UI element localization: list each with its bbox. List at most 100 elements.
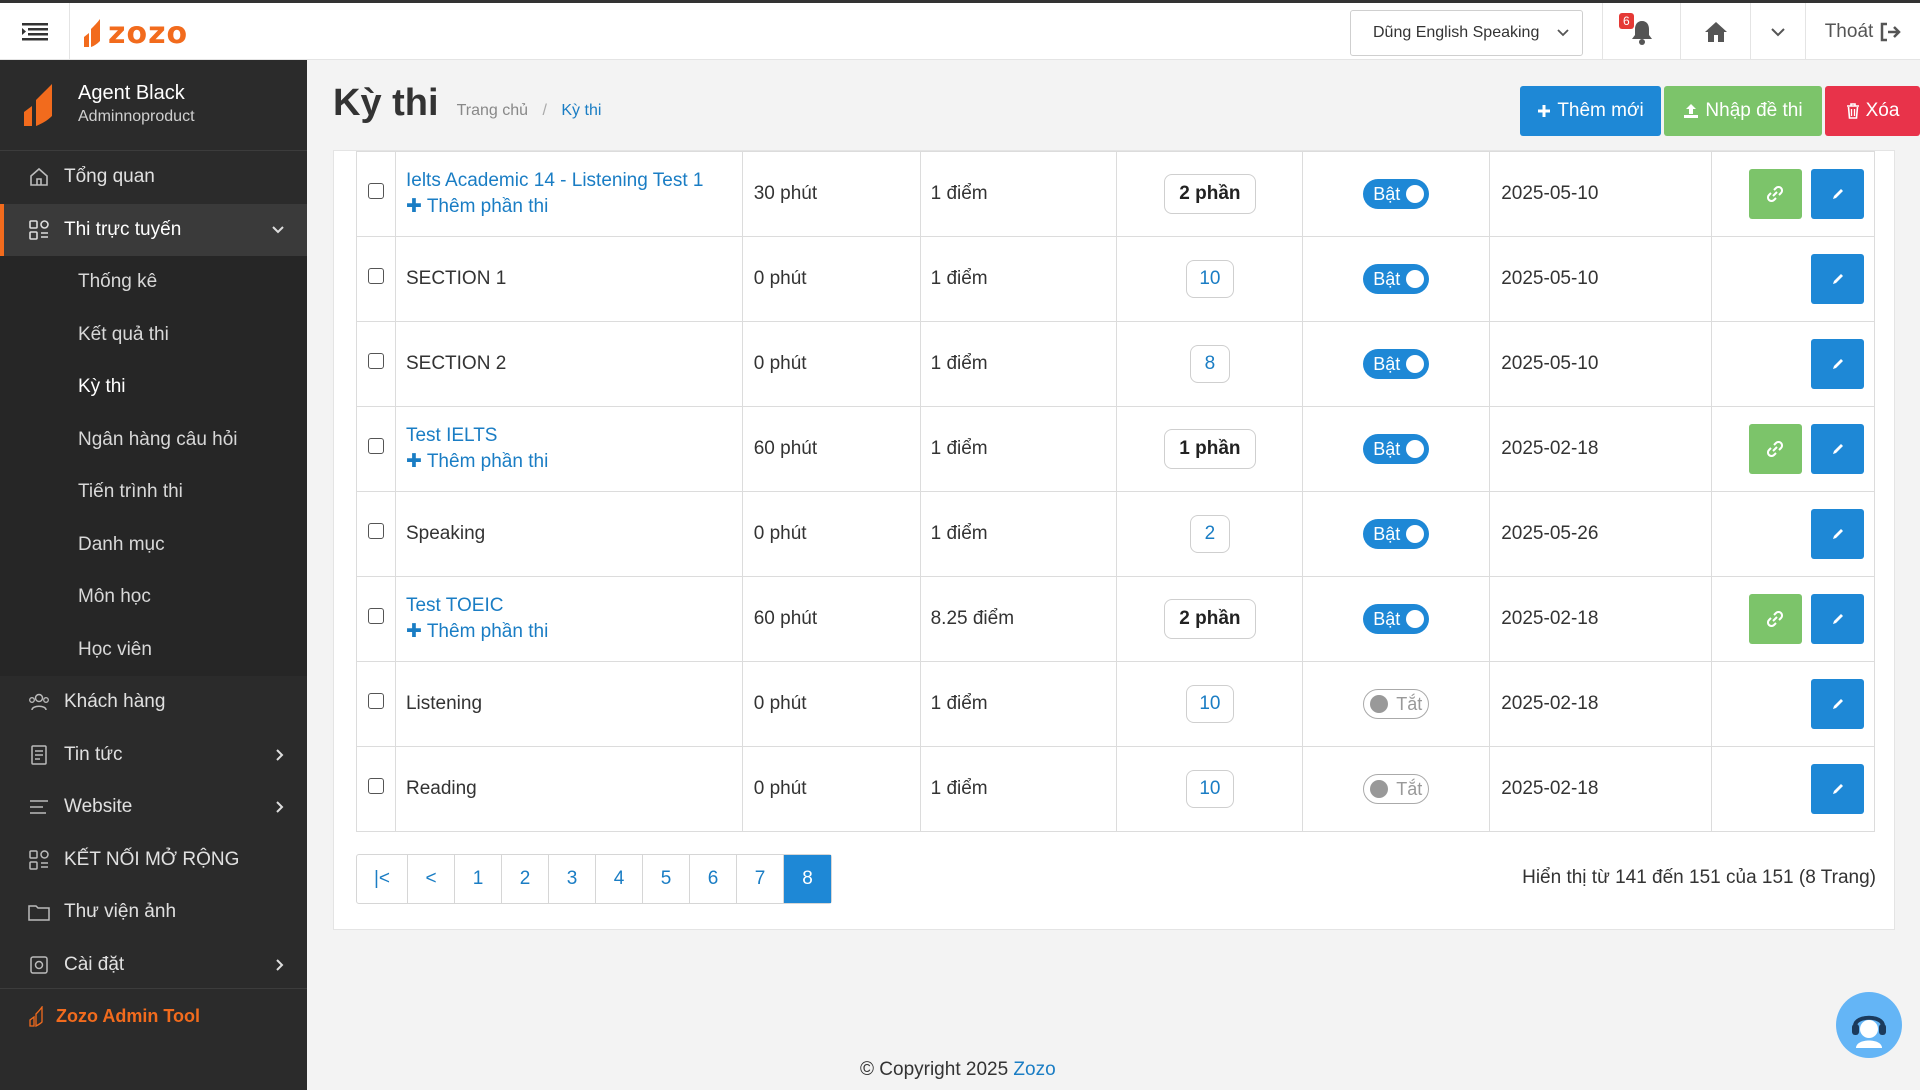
question-count-pill[interactable]: 2: [1189, 515, 1230, 553]
user-profile[interactable]: Agent Black Adminnoproduct: [0, 60, 307, 151]
chevron-down-icon: [1557, 29, 1569, 37]
sidebar-footer-label: Zozo Admin Tool: [56, 1006, 200, 1026]
page-link[interactable]: 6: [690, 855, 737, 903]
question-count-pill[interactable]: 10: [1185, 260, 1234, 298]
page-link-current[interactable]: 8: [784, 855, 831, 903]
sidebar-subitem-exams[interactable]: Kỳ thi: [0, 361, 307, 414]
edit-button[interactable]: [1811, 679, 1864, 729]
row-checkbox[interactable]: [367, 523, 384, 539]
sidebar-item-extensions[interactable]: KẾT NỐI MỞ RỘNG: [0, 834, 307, 887]
question-count-pill[interactable]: 8: [1189, 345, 1230, 383]
page-first[interactable]: |<: [357, 855, 408, 903]
status-label: Bật: [1373, 353, 1401, 374]
status-toggle[interactable]: Bật: [1363, 264, 1430, 294]
sidebar-footer[interactable]: Zozo Admin Tool: [0, 988, 307, 1044]
link-button[interactable]: [1748, 169, 1802, 219]
edit-button[interactable]: [1811, 339, 1864, 389]
footer-brand-link[interactable]: Zozo: [1013, 1059, 1055, 1080]
page-link[interactable]: 3: [549, 855, 596, 903]
sidebar-item-gallery[interactable]: Thư viện ảnh: [0, 886, 307, 939]
sidebar-item-online-exam[interactable]: Thi trực tuyến: [0, 203, 307, 256]
user-menu-toggle[interactable]: [1750, 3, 1805, 60]
page-link[interactable]: 7: [737, 855, 784, 903]
support-chat-button[interactable]: [1836, 992, 1902, 1058]
add-part-label: Thêm phần thi: [426, 196, 549, 217]
exam-date: 2025-05-10: [1489, 321, 1713, 407]
row-checkbox[interactable]: [367, 438, 384, 454]
edit-button[interactable]: [1811, 594, 1864, 644]
add-part-link[interactable]: ✚ Thêm phần thi: [406, 449, 742, 475]
row-checkbox[interactable]: [367, 268, 384, 284]
edit-button[interactable]: [1811, 764, 1864, 814]
sidebar-item-website[interactable]: Website: [0, 781, 307, 834]
notifications-button[interactable]: 6: [1602, 3, 1680, 60]
exam-name-link[interactable]: Test TOEIC: [406, 593, 742, 619]
edit-button[interactable]: [1811, 169, 1864, 219]
breadcrumb-home[interactable]: Trang chủ: [457, 102, 528, 119]
sidebar-subitem-progress[interactable]: Tiến trình thi: [0, 466, 307, 519]
row-checkbox[interactable]: [367, 353, 384, 369]
sidebar-subitem-statistics[interactable]: Thống kê: [0, 256, 307, 309]
sidebar-item-settings[interactable]: Cài đặt: [0, 939, 307, 992]
add-part-label: Thêm phần thi: [426, 451, 549, 472]
sidebar-subitem-categories[interactable]: Danh mục: [0, 518, 307, 571]
status-toggle[interactable]: Bật: [1363, 179, 1430, 209]
link-button[interactable]: [1748, 594, 1802, 644]
edit-button[interactable]: [1811, 509, 1864, 559]
row-checkbox[interactable]: [367, 778, 384, 794]
toggle-knob: [1406, 610, 1425, 628]
pagination: |< < 1 2 3 4 5 6 7 8: [356, 854, 832, 904]
add-new-button[interactable]: Thêm mới: [1520, 86, 1661, 136]
exam-duration: 0 phút: [741, 321, 921, 407]
link-button[interactable]: [1748, 424, 1802, 474]
chevron-right-icon: [276, 801, 284, 813]
row-checkbox[interactable]: [367, 183, 384, 199]
breadcrumb-current[interactable]: Kỳ thi: [561, 102, 601, 119]
sidebar-subitem-results[interactable]: Kết quả thi: [0, 308, 307, 361]
page-link[interactable]: 4: [596, 855, 643, 903]
delete-button[interactable]: Xóa: [1825, 86, 1920, 136]
page-link[interactable]: 1: [455, 855, 502, 903]
pencil-icon: [1832, 444, 1843, 454]
status-toggle[interactable]: Bật: [1363, 349, 1430, 379]
sidebar-item-customers[interactable]: Khách hàng: [0, 676, 307, 729]
status-toggle[interactable]: Bật: [1363, 519, 1430, 549]
page-link[interactable]: 5: [643, 855, 690, 903]
sidebar-item-news[interactable]: Tin tức: [0, 729, 307, 782]
edit-button[interactable]: [1811, 254, 1864, 304]
logout-button[interactable]: Thoát: [1805, 3, 1920, 60]
question-count-pill[interactable]: 10: [1185, 770, 1234, 808]
status-toggle[interactable]: Tắt: [1363, 689, 1430, 719]
exam-duration: 0 phút: [741, 236, 921, 322]
exam-name-link[interactable]: Ielts Academic 14 - Listening Test 1: [406, 168, 742, 194]
pencil-icon: [1832, 359, 1843, 369]
row-checkbox[interactable]: [367, 693, 384, 709]
menu-toggle-button[interactable]: [0, 3, 70, 60]
parts-pill[interactable]: 1 phần: [1164, 429, 1256, 469]
brand-logo[interactable]: zozo: [80, 13, 188, 53]
status-toggle[interactable]: Tắt: [1363, 774, 1430, 804]
table-row: Test IELTS ✚ Thêm phần thi 60 phút 1 điể…: [356, 406, 1875, 492]
site-select[interactable]: Dũng English Speaking: [1350, 10, 1583, 56]
add-part-link[interactable]: ✚ Thêm phần thi: [406, 619, 742, 645]
status-label: Bật: [1373, 608, 1401, 629]
sidebar-subitem-question-bank[interactable]: Ngân hàng câu hỏi: [0, 413, 307, 466]
sidebar-subitem-subjects[interactable]: Môn học: [0, 571, 307, 624]
parts-pill[interactable]: 2 phần: [1164, 174, 1256, 214]
parts-pill[interactable]: 2 phần: [1164, 599, 1256, 639]
import-exam-button[interactable]: Nhập đề thi: [1664, 86, 1822, 136]
page-prev[interactable]: <: [408, 855, 455, 903]
row-checkbox[interactable]: [367, 608, 384, 624]
add-part-link[interactable]: ✚ Thêm phần thi: [406, 194, 742, 220]
edit-button[interactable]: [1811, 424, 1864, 474]
sidebar-subitem-students[interactable]: Học viên: [0, 623, 307, 676]
question-count-pill[interactable]: 10: [1185, 685, 1234, 723]
exam-name-link[interactable]: Test IELTS: [406, 423, 742, 449]
page-link[interactable]: 2: [502, 855, 549, 903]
toggle-knob: [1406, 440, 1425, 458]
sidebar-item-overview[interactable]: Tổng quan: [0, 151, 307, 204]
plus-icon: ✚: [405, 451, 427, 472]
status-toggle[interactable]: Bật: [1363, 434, 1430, 464]
home-button[interactable]: [1680, 3, 1750, 60]
status-toggle[interactable]: Bật: [1363, 604, 1430, 634]
